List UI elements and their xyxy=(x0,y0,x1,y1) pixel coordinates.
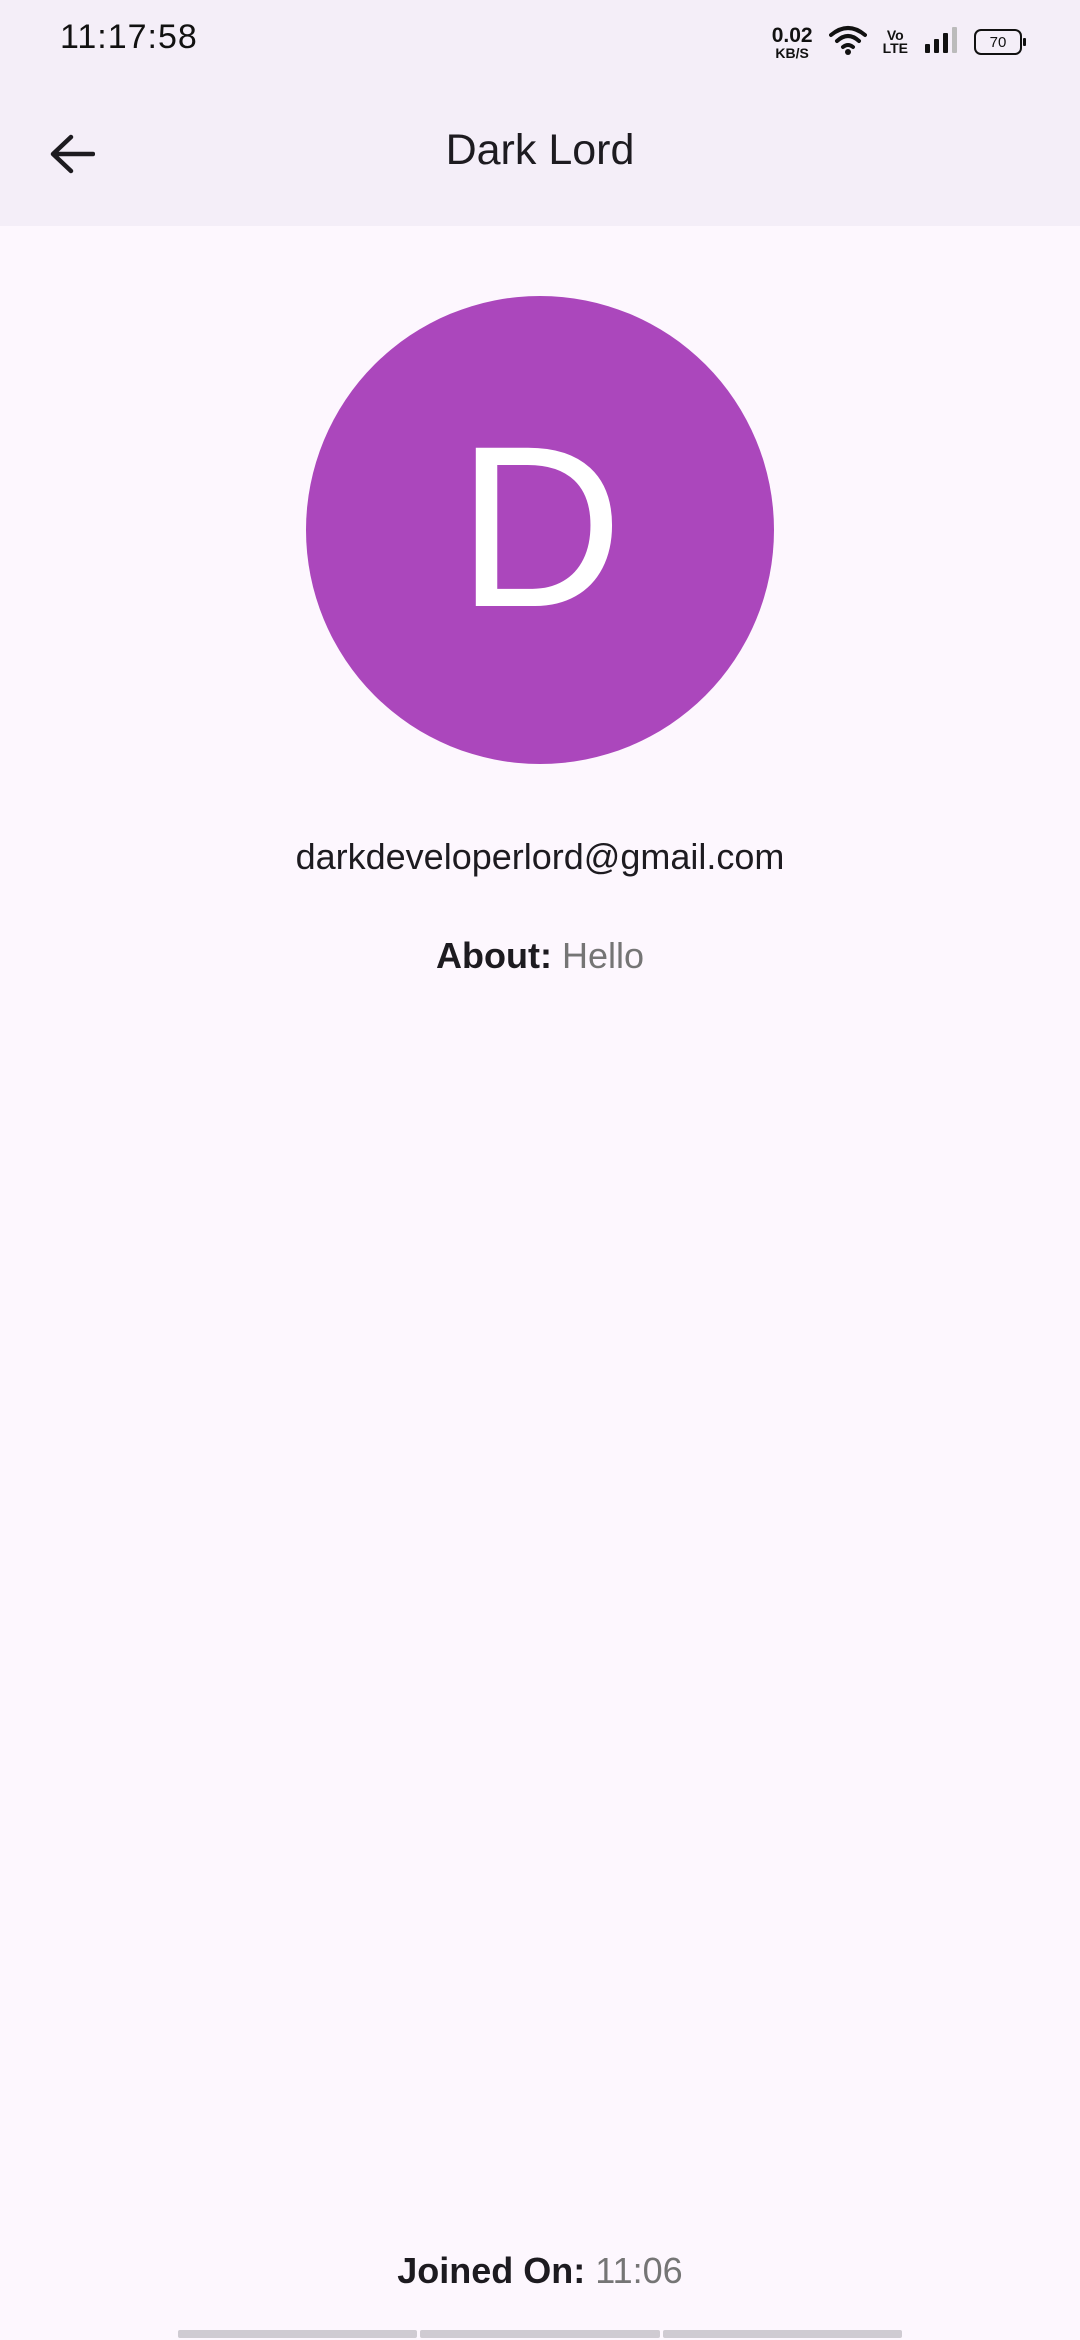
status-bar: 11:17:58 0.02 KB/S Vo LTE 70 xyxy=(0,0,1080,84)
volte-bottom: LTE xyxy=(882,40,908,56)
volte-icon: Vo LTE xyxy=(882,28,908,56)
page-title: Dark Lord xyxy=(445,126,635,174)
app-bar: Dark Lord xyxy=(0,84,1080,226)
home-indicator-segment xyxy=(662,2330,902,2338)
battery-level: 70 xyxy=(989,33,1007,51)
avatar: D xyxy=(306,296,774,764)
user-email: darkdeveloperlord@gmail.com xyxy=(295,836,785,877)
joined-row: Joined On: 11:06 xyxy=(0,2250,1080,2292)
network-speed-value: 0.02 xyxy=(771,23,813,47)
network-speed: 0.02 KB/S xyxy=(772,25,813,60)
signal-icon xyxy=(924,26,958,59)
avatar-letter: D xyxy=(456,398,624,655)
about-value: Hello xyxy=(561,935,644,976)
home-indicator[interactable] xyxy=(178,2330,902,2338)
about-label: About: xyxy=(436,935,562,976)
home-indicator-segment xyxy=(178,2330,418,2338)
status-icons: 0.02 KB/S Vo LTE 70 xyxy=(772,22,1026,62)
status-time: 11:17:58 xyxy=(60,18,198,56)
network-speed-unit: KB/S xyxy=(775,44,809,61)
home-indicator-segment xyxy=(420,2330,660,2338)
joined-value: 11:06 xyxy=(595,2250,683,2291)
joined-label: Joined On: xyxy=(397,2250,596,2291)
wifi-icon xyxy=(828,25,867,60)
about-row: About: Hello xyxy=(0,935,1080,977)
battery-icon: 70 xyxy=(974,29,1026,55)
